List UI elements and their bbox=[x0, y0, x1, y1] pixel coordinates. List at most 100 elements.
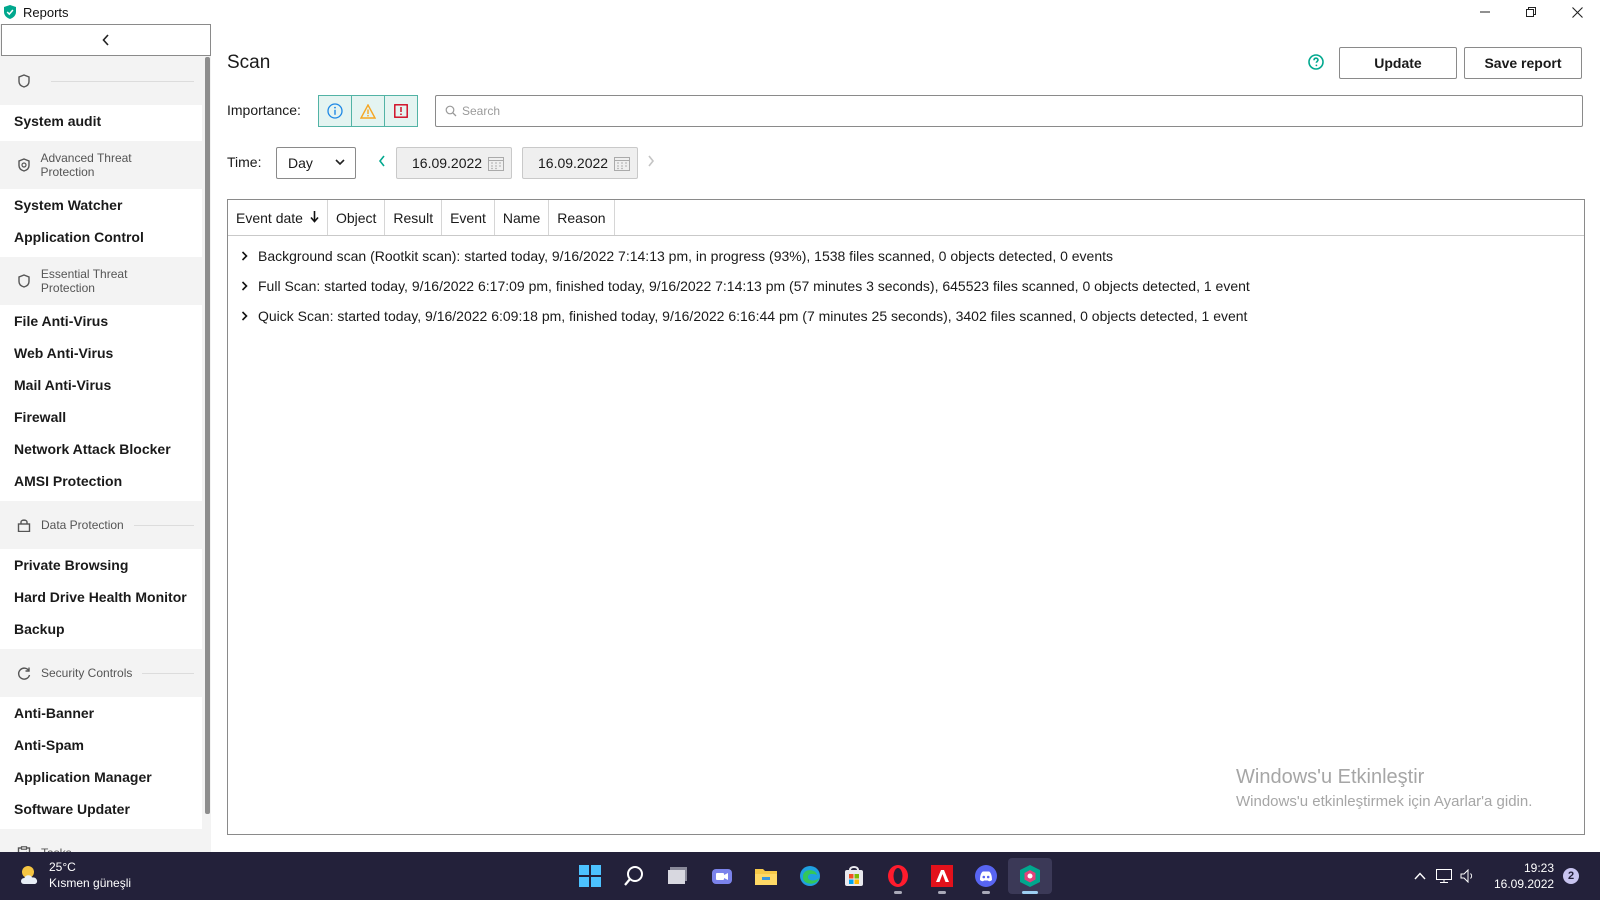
sidebar-section-label: Advanced Threat Protection bbox=[40, 151, 132, 179]
time-label: Time: bbox=[227, 154, 262, 170]
sidebar-item-web-anti-virus[interactable]: Web Anti-Virus bbox=[0, 337, 202, 369]
watermark-subtitle: Windows'u etkinleştirmek için Ayarlar'a … bbox=[1236, 793, 1533, 810]
sidebar-item-amsi-protection[interactable]: AMSI Protection bbox=[0, 465, 202, 497]
sidebar-section-overview[interactable] bbox=[0, 57, 202, 105]
teams-chat-button[interactable] bbox=[700, 858, 744, 894]
sidebar-item-system-audit[interactable]: System audit bbox=[0, 105, 202, 137]
sidebar-item-application-control[interactable]: Application Control bbox=[0, 221, 202, 253]
clock[interactable]: 19:23 16.09.2022 bbox=[1494, 860, 1554, 892]
column-header-event-date[interactable]: Event date bbox=[228, 200, 328, 235]
search-input[interactable] bbox=[462, 104, 1562, 118]
search-icon bbox=[624, 866, 643, 886]
sidebar-section-data-protection[interactable]: Data Protection bbox=[0, 501, 202, 549]
calendar-icon[interactable] bbox=[488, 156, 504, 171]
expand-chevron-icon[interactable] bbox=[228, 281, 257, 291]
edge-button[interactable] bbox=[788, 858, 832, 894]
shield-icon bbox=[16, 273, 32, 289]
sidebar-item-application-manager[interactable]: Application Manager bbox=[0, 761, 202, 793]
previous-period-icon[interactable] bbox=[378, 155, 386, 167]
task-view-button[interactable] bbox=[656, 858, 700, 894]
amd-software-button[interactable] bbox=[920, 858, 964, 894]
sidebar-section-essential-threat-protection[interactable]: Essential Threat Protection bbox=[0, 257, 202, 305]
minimize-button[interactable] bbox=[1462, 0, 1508, 24]
sidebar-item-hard-drive-health-monitor[interactable]: Hard Drive Health Monitor bbox=[0, 581, 202, 613]
notification-badge[interactable]: 2 bbox=[1563, 868, 1579, 884]
warning-icon bbox=[360, 103, 376, 119]
date-from-field[interactable]: 16.09.2022 bbox=[396, 147, 512, 179]
sidebar-scrollbar[interactable] bbox=[205, 57, 210, 814]
store-button[interactable] bbox=[832, 858, 876, 894]
title-bar: Reports bbox=[0, 0, 1600, 24]
store-icon bbox=[845, 866, 863, 886]
sidebar-item-network-attack-blocker[interactable]: Network Attack Blocker bbox=[0, 433, 202, 465]
table-row[interactable]: Background scan (Rootkit scan): started … bbox=[228, 241, 1584, 271]
kaspersky-icon bbox=[1020, 865, 1040, 887]
sidebar-item-anti-spam[interactable]: Anti-Spam bbox=[0, 729, 202, 761]
importance-warning-toggle[interactable] bbox=[351, 95, 385, 127]
sidebar-section-security-controls[interactable]: Security Controls bbox=[0, 649, 202, 697]
network-button[interactable] bbox=[1432, 866, 1456, 886]
shield-outline-icon bbox=[16, 73, 32, 89]
clock-date: 16.09.2022 bbox=[1494, 877, 1555, 891]
main-panel: Scan Update Save report Importance: Time… bbox=[212, 24, 1600, 852]
sidebar-item-firewall[interactable]: Firewall bbox=[0, 401, 202, 433]
sidebar-item-anti-banner[interactable]: Anti-Banner bbox=[0, 697, 202, 729]
sidebar-item-private-browsing[interactable]: Private Browsing bbox=[0, 549, 202, 581]
column-header-event[interactable]: Event bbox=[442, 200, 495, 235]
column-header-reason[interactable]: Reason bbox=[549, 200, 615, 235]
close-button[interactable] bbox=[1554, 0, 1600, 24]
importance-info-toggle[interactable] bbox=[318, 95, 352, 127]
expand-chevron-icon[interactable] bbox=[228, 251, 257, 261]
partly-sunny-icon bbox=[21, 866, 38, 884]
table-body: Background scan (Rootkit scan): started … bbox=[228, 236, 1584, 331]
calendar-icon[interactable] bbox=[614, 156, 630, 171]
column-header-label: Event date bbox=[236, 209, 303, 226]
importance-filter bbox=[318, 95, 418, 127]
next-period-icon[interactable] bbox=[647, 155, 655, 167]
sidebar-section-advanced-threat-protection[interactable]: Advanced Threat Protection bbox=[0, 141, 202, 189]
importance-critical-toggle[interactable] bbox=[384, 95, 418, 127]
table-row[interactable]: Full Scan: started today, 9/16/2022 6:17… bbox=[228, 271, 1584, 301]
restore-button[interactable] bbox=[1508, 0, 1554, 24]
lock-icon bbox=[16, 517, 32, 533]
active-indicator bbox=[1022, 891, 1038, 894]
column-header-name[interactable]: Name bbox=[495, 200, 550, 235]
volume-button[interactable] bbox=[1456, 866, 1480, 886]
sidebar-item-system-watcher[interactable]: System Watcher bbox=[0, 189, 202, 221]
help-icon[interactable] bbox=[1308, 54, 1324, 70]
file-explorer-button[interactable] bbox=[744, 858, 788, 894]
search-box bbox=[435, 95, 1583, 127]
file-explorer-icon bbox=[755, 869, 777, 885]
column-header-object[interactable]: Object bbox=[328, 200, 386, 235]
taskbar-search-button[interactable] bbox=[612, 858, 656, 894]
show-hidden-icons-button[interactable] bbox=[1408, 866, 1432, 886]
sort-descending-icon bbox=[310, 210, 319, 226]
sidebar-item-backup[interactable]: Backup bbox=[0, 613, 202, 645]
weather-description: Kısmen güneşli bbox=[49, 876, 132, 890]
importance-label: Importance: bbox=[227, 102, 301, 118]
watermark-title: Windows'u Etkinleştir bbox=[1236, 766, 1425, 788]
start-icon bbox=[579, 865, 601, 887]
amd-icon bbox=[931, 865, 953, 887]
table-row[interactable]: Quick Scan: started today, 9/16/2022 6:0… bbox=[228, 301, 1584, 331]
column-header-label: Reason bbox=[557, 209, 606, 226]
column-header-label: Event bbox=[450, 209, 486, 226]
column-header-result[interactable]: Result bbox=[385, 200, 443, 235]
expand-chevron-icon[interactable] bbox=[228, 311, 257, 321]
period-select[interactable]: Day bbox=[276, 147, 356, 179]
weather-widget[interactable]: 25°C Kısmen güneşli bbox=[18, 859, 131, 891]
sidebar-collapse-button[interactable] bbox=[1, 24, 211, 56]
chevron-left-icon bbox=[102, 34, 109, 46]
sidebar-section-tasks[interactable]: Tasks bbox=[0, 829, 202, 852]
discord-button[interactable] bbox=[964, 858, 1008, 894]
start-button[interactable] bbox=[568, 858, 612, 894]
sidebar-item-mail-anti-virus[interactable]: Mail Anti-Virus bbox=[0, 369, 202, 401]
date-to-field[interactable]: 16.09.2022 bbox=[522, 147, 638, 179]
sidebar-item-software-updater[interactable]: Software Updater bbox=[0, 793, 202, 825]
update-button[interactable]: Update bbox=[1339, 47, 1457, 79]
save-report-button[interactable]: Save report bbox=[1464, 47, 1582, 79]
sidebar-item-file-anti-virus[interactable]: File Anti-Virus bbox=[0, 305, 202, 337]
kaspersky-button[interactable] bbox=[1008, 858, 1052, 894]
chevron-up-icon bbox=[1414, 872, 1426, 880]
opera-button[interactable] bbox=[876, 858, 920, 894]
